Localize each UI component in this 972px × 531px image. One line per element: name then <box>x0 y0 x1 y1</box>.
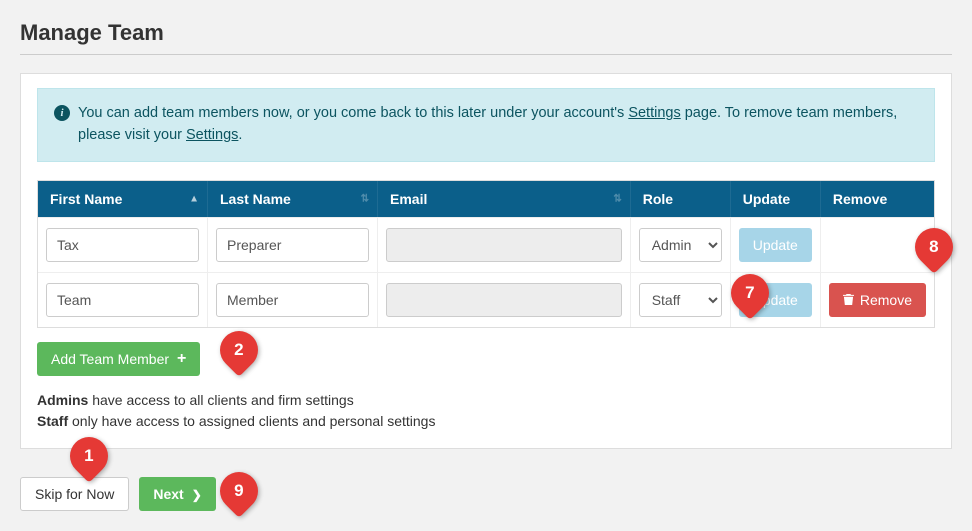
last-name-input[interactable] <box>216 228 369 262</box>
header-role: Role <box>631 181 731 217</box>
header-first-name-label: First Name <box>50 191 122 207</box>
title-divider <box>20 54 952 55</box>
remove-button-label: Remove <box>860 292 912 308</box>
admins-desc: have access to all clients and firm sett… <box>88 392 353 408</box>
header-remove: Remove <box>821 181 934 217</box>
header-update: Update <box>731 181 821 217</box>
sort-asc-icon: ▲ <box>189 193 199 204</box>
alert-text-prefix: You can add team members now, or you com… <box>78 105 628 121</box>
footer-actions: Skip for Now Next <box>20 477 952 511</box>
header-last-name[interactable]: Last Name ⇅ <box>208 181 378 217</box>
table-row: Admin Staff Update Remove <box>38 272 934 327</box>
last-name-input[interactable] <box>216 283 369 317</box>
skip-button[interactable]: Skip for Now <box>20 477 129 511</box>
add-team-member-button[interactable]: Add Team Member <box>37 342 200 376</box>
chevron-right-icon <box>190 486 202 502</box>
email-input[interactable] <box>386 283 622 317</box>
header-email[interactable]: Email ⇅ <box>378 181 631 217</box>
sort-icon: ⇅ <box>613 193 621 204</box>
sort-icon: ⇅ <box>361 193 369 204</box>
header-first-name[interactable]: First Name ▲ <box>38 181 208 217</box>
page-title: Manage Team <box>20 20 952 46</box>
info-alert: i You can add team members now, or you c… <box>37 88 935 162</box>
settings-link[interactable]: Settings <box>628 105 680 121</box>
alert-text-end: . <box>238 127 242 143</box>
next-button[interactable]: Next <box>139 477 215 511</box>
update-button[interactable]: Update <box>739 228 812 262</box>
settings-link-2[interactable]: Settings <box>186 127 238 143</box>
next-button-label: Next <box>153 486 183 502</box>
role-select[interactable]: Admin Staff <box>639 228 722 262</box>
first-name-input[interactable] <box>46 283 199 317</box>
header-last-name-label: Last Name <box>220 191 291 207</box>
add-team-member-label: Add Team Member <box>51 351 169 367</box>
team-card: i You can add team members now, or you c… <box>20 73 952 449</box>
staff-label: Staff <box>37 413 68 429</box>
first-name-input[interactable] <box>46 228 199 262</box>
alert-text: You can add team members now, or you com… <box>78 103 918 147</box>
trash-icon <box>843 293 854 306</box>
admins-label: Admins <box>37 392 88 408</box>
team-table: First Name ▲ Last Name ⇅ Email ⇅ Role Updat… <box>37 180 935 328</box>
plus-icon <box>175 350 186 368</box>
remove-button[interactable]: Remove <box>829 283 926 317</box>
email-input[interactable] <box>386 228 622 262</box>
header-email-label: Email <box>390 191 427 207</box>
role-descriptions: Admins have access to all clients and fi… <box>37 390 935 432</box>
role-select[interactable]: Admin Staff <box>639 283 722 317</box>
table-row: Admin Staff Update <box>38 217 934 272</box>
staff-desc: only have access to assigned clients and… <box>68 413 435 429</box>
info-icon: i <box>54 105 70 121</box>
